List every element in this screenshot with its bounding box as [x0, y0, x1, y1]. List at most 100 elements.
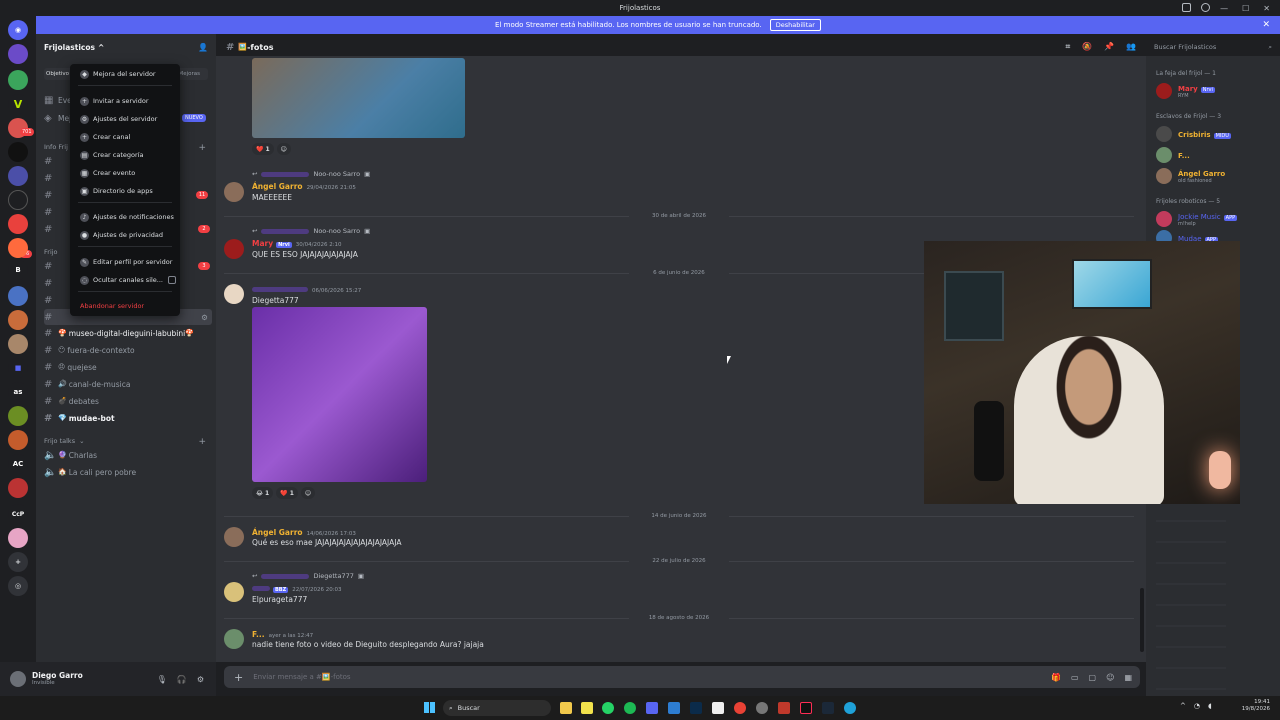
server-icon[interactable] — [8, 142, 28, 162]
author-name[interactable]: BBZ 22/07/2026 20:03 — [252, 584, 342, 593]
discord-home-icon[interactable]: ◉ — [8, 20, 28, 40]
avatar[interactable] — [224, 239, 244, 259]
disable-streamer-button[interactable]: Deshabilitar — [769, 19, 821, 31]
member-item[interactable]: Jockie Music APP m!help — [1156, 210, 1238, 228]
avatar[interactable] — [224, 182, 244, 202]
search-input[interactable]: Buscar Frijolasticos — [1154, 43, 1216, 51]
reply-preview[interactable]: ↩ Diegetta777 ▣ — [252, 572, 364, 580]
menu-item-privacy[interactable]: ● Ajustes de privacidad — [80, 228, 176, 242]
author-name[interactable]: Ángel Garro 29/04/2026 21:05 — [252, 182, 356, 191]
add-channel-icon[interactable]: + — [198, 143, 206, 153]
checkbox[interactable] — [168, 276, 176, 284]
author-name[interactable]: 06/06/2026 15:27 — [252, 285, 361, 294]
reaction-laugh[interactable]: 😂 1 — [252, 487, 274, 499]
help-icon[interactable] — [1201, 3, 1210, 12]
add-reaction-icon[interactable]: ☺ — [300, 487, 316, 499]
server-icon[interactable] — [8, 286, 28, 306]
menu-item-create-event[interactable]: ▦ Crear evento — [80, 166, 176, 180]
voice-channel[interactable]: 🔈 🏠 La cali pero pobre — [44, 464, 212, 480]
apps-icon[interactable]: ▦ — [1124, 673, 1132, 682]
attached-image[interactable] — [252, 307, 427, 482]
reply-preview[interactable]: ↩ Noo-noo Sarro ▣ — [252, 227, 370, 235]
server-icon[interactable] — [8, 430, 28, 450]
avatar[interactable] — [224, 582, 244, 602]
server-letter[interactable]: V — [8, 94, 28, 114]
message-composer[interactable]: + Enviar mensaje a #🖼️-fotos 🎁 ▭ ▢ ☺ ▦ — [224, 666, 1140, 688]
server-icon[interactable] — [8, 166, 28, 186]
emoji-icon[interactable]: ☺ — [1106, 673, 1114, 682]
folder-icon[interactable]: ■ — [8, 358, 28, 378]
author-name[interactable]: Ángel Garro 14/06/2026 17:03 — [252, 528, 356, 537]
menu-item-create-category[interactable]: ▤ Crear categoría — [80, 148, 176, 162]
avatar[interactable] — [224, 527, 244, 547]
channel-item[interactable]: # 💎 mudae-bot — [44, 410, 212, 426]
tiktok-icon[interactable] — [800, 702, 812, 714]
channel-item[interactable]: # 🔊 canal-de-musica — [44, 376, 212, 392]
server-icon[interactable] — [8, 310, 28, 330]
edge-icon[interactable] — [844, 702, 856, 714]
maximize-icon[interactable]: ☐ — [1242, 4, 1249, 13]
app-icon[interactable] — [756, 702, 768, 714]
server-icon[interactable] — [8, 70, 28, 90]
author-name[interactable]: Mary Nrvi 30/04/2026 2:10 — [252, 239, 342, 248]
banner-close-icon[interactable]: ✕ — [1262, 20, 1270, 30]
notes-icon[interactable] — [581, 702, 593, 714]
server-letter[interactable]: AC — [8, 454, 28, 474]
server-icon[interactable] — [8, 528, 28, 548]
threads-icon[interactable]: ⌗ — [1066, 42, 1071, 52]
gif-icon[interactable]: ▭ — [1071, 673, 1079, 682]
notion-icon[interactable] — [712, 702, 724, 714]
server-letter[interactable]: as — [8, 382, 28, 402]
server-header[interactable]: Frijolasticos ^ 👤 — [36, 38, 216, 56]
photoshop-icon[interactable] — [690, 702, 702, 714]
server-icon[interactable] — [8, 214, 28, 234]
members-icon[interactable]: 👥 — [1126, 42, 1136, 52]
message-input[interactable]: Enviar mensaje a #🖼️-fotos — [253, 673, 350, 681]
chat-scrollbar[interactable] — [1140, 588, 1144, 652]
add-reaction-icon[interactable]: ☺ — [276, 143, 291, 155]
app-icon[interactable] — [778, 702, 790, 714]
avatar[interactable] — [10, 671, 26, 687]
system-tray[interactable]: ^ ◔ ◖ — [1180, 702, 1212, 710]
bell-icon[interactable]: 🔕 — [1082, 42, 1092, 52]
gift-icon[interactable]: 🎁 — [1051, 673, 1061, 682]
gear-icon[interactable]: ⚙ — [197, 675, 204, 684]
sticker-icon[interactable]: ▢ — [1089, 673, 1097, 682]
server-icon[interactable] — [8, 238, 28, 258]
server-letter[interactable]: CcP — [8, 504, 28, 524]
attach-icon[interactable]: + — [234, 671, 243, 684]
whatsapp-icon[interactable] — [602, 702, 614, 714]
avatar[interactable] — [224, 284, 244, 304]
server-icon[interactable] — [8, 44, 28, 64]
channel-item[interactable]: # 🍄 museo-digital-dieguini-labubini 🍄 — [44, 325, 212, 341]
menu-item-notifications[interactable]: ♪ Ajustes de notificaciones — [80, 210, 176, 224]
attached-image[interactable] — [252, 58, 465, 138]
chrome-icon[interactable] — [734, 702, 746, 714]
server-letter[interactable]: B — [8, 260, 28, 280]
spotify-icon[interactable] — [624, 702, 636, 714]
menu-item-hide-muted[interactable]: ◌ Ocultar canales sile... — [80, 273, 176, 287]
discord-icon[interactable] — [646, 702, 658, 714]
menu-item-leave-server[interactable]: Abandonar servidor — [80, 299, 176, 313]
headphones-icon[interactable]: 🎧 — [177, 675, 187, 684]
windows-start-icon[interactable] — [424, 702, 435, 713]
member-item[interactable]: Ángel Garro old fashioned — [1156, 167, 1225, 185]
clock[interactable]: 19:41 19/8/2026 — [1222, 699, 1270, 713]
add-member-icon[interactable]: 👤 — [198, 43, 208, 52]
menu-item-settings[interactable]: ⚙ Ajustes del servidor — [80, 112, 176, 126]
settings-icon[interactable]: ⚙ — [201, 313, 208, 322]
file-explorer-icon[interactable] — [560, 702, 572, 714]
app-icon[interactable] — [668, 702, 680, 714]
channel-item[interactable]: # 😠 quejese — [44, 359, 212, 375]
inbox-icon[interactable] — [1182, 3, 1191, 12]
server-icon[interactable] — [8, 478, 28, 498]
reaction-heart[interactable]: ❤️ 1 — [252, 143, 274, 155]
channel-item[interactable]: # 💣 debates — [44, 393, 212, 409]
channel-item[interactable]: # 😶 fuera-de-contexto — [44, 342, 212, 358]
avatar[interactable] — [224, 629, 244, 649]
steam-icon[interactable] — [822, 702, 834, 714]
menu-item-invite[interactable]: + Invitar a servidor — [80, 94, 176, 108]
taskbar-search[interactable]: ⌕ Buscar — [443, 700, 551, 716]
add-server-icon[interactable]: + — [8, 552, 28, 572]
member-search[interactable]: Buscar Frijolasticos ⌕ — [1146, 38, 1280, 56]
